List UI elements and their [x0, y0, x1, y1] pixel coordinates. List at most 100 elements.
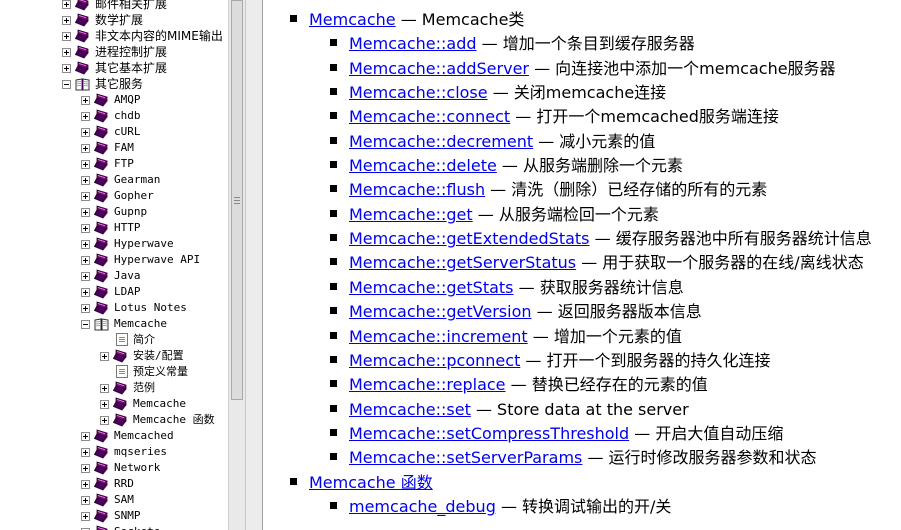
- tree-item-label[interactable]: cURL: [114, 124, 141, 140]
- expand-plus-icon[interactable]: [81, 512, 90, 521]
- tree-item-label[interactable]: Hyperwave: [114, 236, 174, 252]
- tree-item[interactable]: SNMP: [0, 508, 228, 524]
- tree-item[interactable]: Memcache 函数: [0, 412, 228, 428]
- expand-plus-icon[interactable]: [81, 160, 90, 169]
- tree-item[interactable]: RRD: [0, 476, 228, 492]
- doc-link[interactable]: Memcache::addServer: [349, 59, 529, 78]
- tree-item[interactable]: Gopher: [0, 188, 228, 204]
- tree-item[interactable]: Memcached: [0, 428, 228, 444]
- doc-link[interactable]: Memcache::add: [349, 34, 477, 53]
- tree-item-label[interactable]: Java: [114, 268, 141, 284]
- toc-scrollbar[interactable]: [228, 0, 245, 530]
- expand-plus-icon[interactable]: [81, 448, 90, 457]
- doc-link[interactable]: Memcache::decrement: [349, 132, 533, 151]
- tree-item-label[interactable]: Memcached: [114, 428, 174, 444]
- expand-plus-icon[interactable]: [81, 272, 90, 281]
- doc-link[interactable]: Memcache::flush: [349, 180, 485, 199]
- tree-item[interactable]: FTP: [0, 156, 228, 172]
- tree-item-label[interactable]: SAM: [114, 492, 134, 508]
- expand-plus-icon[interactable]: [81, 144, 90, 153]
- expand-plus-icon[interactable]: [81, 480, 90, 489]
- doc-link[interactable]: Memcache::getVersion: [349, 302, 532, 321]
- tree-item-label[interactable]: 安装/配置: [133, 348, 184, 364]
- tree-item-label[interactable]: HTTP: [114, 220, 141, 236]
- toc-tree[interactable]: 邮件相关扩展 数学扩展 非文本内容的MIME输出 进程控制扩展 其它基本扩展 其它服务 AM…: [0, 0, 228, 530]
- tree-item-label[interactable]: Gupnp: [114, 204, 147, 220]
- expand-plus-icon[interactable]: [81, 128, 90, 137]
- expand-plus-icon[interactable]: [81, 432, 90, 441]
- tree-item[interactable]: 非文本内容的MIME输出: [0, 28, 228, 44]
- tree-item-label[interactable]: Memcache: [114, 316, 167, 332]
- tree-item-label[interactable]: Memcache 函数: [133, 412, 215, 428]
- expand-plus-icon[interactable]: [81, 192, 90, 201]
- tree-item[interactable]: Memcache: [0, 316, 228, 332]
- tree-item[interactable]: HTTP: [0, 220, 228, 236]
- tree-item[interactable]: 预定义常量: [0, 364, 228, 380]
- expand-plus-icon[interactable]: [81, 496, 90, 505]
- expand-plus-icon[interactable]: [81, 256, 90, 265]
- tree-item[interactable]: Memcache: [0, 396, 228, 412]
- doc-link[interactable]: Memcache::setCompressThreshold: [349, 424, 629, 443]
- doc-link[interactable]: Memcache::getExtendedStats: [349, 229, 590, 248]
- tree-item-label[interactable]: FAM: [114, 140, 134, 156]
- tree-item[interactable]: AMQP: [0, 92, 228, 108]
- expand-plus-icon[interactable]: [81, 176, 90, 185]
- tree-item-label[interactable]: Lotus Notes: [114, 300, 187, 316]
- tree-item[interactable]: Hyperwave: [0, 236, 228, 252]
- expand-plus-icon[interactable]: [81, 208, 90, 217]
- tree-item-label[interactable]: SNMP: [114, 508, 141, 524]
- tree-item[interactable]: Sockets: [0, 524, 228, 530]
- doc-link[interactable]: Memcache::get: [349, 205, 473, 224]
- tree-item-label[interactable]: Memcache: [133, 396, 186, 412]
- doc-link[interactable]: Memcache::getStats: [349, 278, 514, 297]
- tree-item-label[interactable]: 数学扩展: [95, 12, 143, 28]
- expand-plus-icon[interactable]: [100, 416, 109, 425]
- tree-item[interactable]: LDAP: [0, 284, 228, 300]
- collapse-minus-icon[interactable]: [62, 80, 71, 89]
- tree-item[interactable]: mqseries: [0, 444, 228, 460]
- pane-splitter[interactable]: [245, 0, 263, 530]
- tree-item[interactable]: 安装/配置: [0, 348, 228, 364]
- tree-item[interactable]: FAM: [0, 140, 228, 156]
- expand-plus-icon[interactable]: [62, 0, 71, 9]
- expand-plus-icon[interactable]: [81, 240, 90, 249]
- doc-link[interactable]: Memcache::set: [349, 400, 471, 419]
- expand-plus-icon[interactable]: [81, 224, 90, 233]
- tree-item-label[interactable]: mqseries: [114, 444, 167, 460]
- tree-item-label[interactable]: Gearman: [114, 172, 160, 188]
- tree-item[interactable]: chdb: [0, 108, 228, 124]
- tree-item-label[interactable]: Gopher: [114, 188, 154, 204]
- expand-plus-icon[interactable]: [81, 96, 90, 105]
- tree-item-label[interactable]: 其它基本扩展: [95, 60, 167, 76]
- doc-link[interactable]: Memcache::replace: [349, 375, 506, 394]
- tree-item-label[interactable]: chdb: [114, 108, 141, 124]
- tree-item-label[interactable]: Sockets: [114, 524, 160, 530]
- tree-item-label[interactable]: AMQP: [114, 92, 141, 108]
- tree-item-label[interactable]: 邮件相关扩展: [95, 0, 167, 12]
- doc-link[interactable]: Memcache::close: [349, 83, 488, 102]
- tree-item[interactable]: Gupnp: [0, 204, 228, 220]
- collapse-minus-icon[interactable]: [81, 320, 90, 329]
- doc-link[interactable]: Memcache::pconnect: [349, 351, 520, 370]
- tree-item[interactable]: 其它服务: [0, 76, 228, 92]
- expand-plus-icon[interactable]: [81, 464, 90, 473]
- tree-item-label[interactable]: 非文本内容的MIME输出: [95, 28, 223, 44]
- doc-link[interactable]: Memcache::setServerParams: [349, 448, 582, 467]
- tree-item[interactable]: Gearman: [0, 172, 228, 188]
- doc-link[interactable]: Memcache::increment: [349, 327, 528, 346]
- expand-plus-icon[interactable]: [62, 16, 71, 25]
- tree-item-label[interactable]: 范例: [133, 380, 155, 396]
- doc-link[interactable]: Memcache::delete: [349, 156, 497, 175]
- tree-item-label[interactable]: LDAP: [114, 284, 141, 300]
- tree-item-label[interactable]: Hyperwave API: [114, 252, 200, 268]
- tree-item-label[interactable]: 进程控制扩展: [95, 44, 167, 60]
- tree-item[interactable]: 进程控制扩展: [0, 44, 228, 60]
- expand-plus-icon[interactable]: [81, 304, 90, 313]
- tree-item-label[interactable]: FTP: [114, 156, 134, 172]
- expand-plus-icon[interactable]: [62, 32, 71, 41]
- tree-item[interactable]: 邮件相关扩展: [0, 0, 228, 12]
- tree-item-label[interactable]: RRD: [114, 476, 134, 492]
- tree-item[interactable]: 数学扩展: [0, 12, 228, 28]
- tree-item[interactable]: Java: [0, 268, 228, 284]
- tree-item[interactable]: Lotus Notes: [0, 300, 228, 316]
